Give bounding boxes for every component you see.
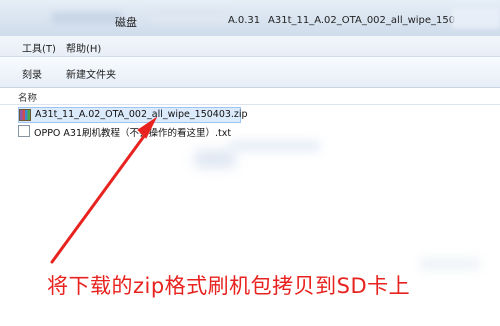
- instruction-annotation: 将下载的zip格式刷机包拷贝到SD卡上: [47, 274, 411, 298]
